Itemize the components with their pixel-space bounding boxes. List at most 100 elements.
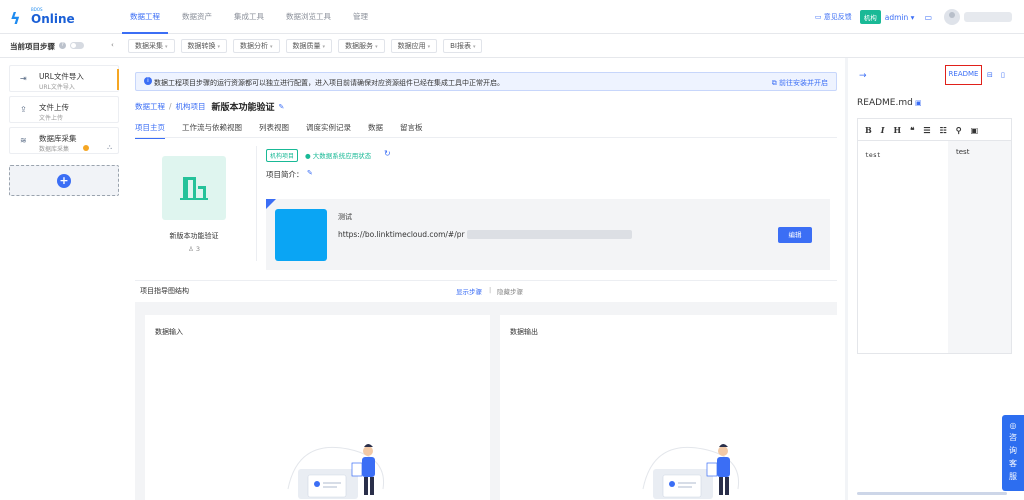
- nav-data-engineering[interactable]: 数据工程: [122, 0, 168, 34]
- pane-data-output: 数据输出: [500, 315, 845, 500]
- tool-label: 数据分析: [240, 42, 269, 50]
- pane-title: 数据输入: [155, 328, 183, 336]
- user-icon: ♙: [187, 245, 194, 253]
- show-steps-link[interactable]: 显示步骤: [456, 286, 482, 296]
- collapse-left-icon[interactable]: ‹: [111, 41, 114, 49]
- monitor-icon[interactable]: ▭: [924, 13, 932, 22]
- app-status: ● 大数据系统应用状态: [305, 152, 372, 160]
- source-subtitle: URL文件导入: [39, 84, 75, 91]
- empty-illustration: [642, 444, 740, 499]
- tool-label: 数据应用: [397, 42, 426, 50]
- italic-icon[interactable]: I: [881, 125, 885, 135]
- chevron-down-icon: ▾: [322, 44, 326, 50]
- nav-data-assets[interactable]: 数据资产: [174, 0, 220, 34]
- top-right: ▭ 意见反馈 机构 admin ▾ ▭: [815, 0, 1024, 34]
- link-icon[interactable]: ⚲: [956, 125, 962, 135]
- breadcrumb-root[interactable]: 数据工程: [135, 101, 165, 112]
- tool-transform[interactable]: 数据转换 ▾: [180, 39, 228, 53]
- source-subtitle: 文件上传: [39, 115, 64, 122]
- step-toolbar: 当前项目步骤 ? ‹ 数据采集 ▾ 数据转换 ▾ 数据分析 ▾ 数据质量 ▾ 数据服务 ▾…: [0, 34, 1024, 58]
- readme-button[interactable]: README: [945, 65, 982, 85]
- feedback-link[interactable]: ▭ 意见反馈: [815, 12, 852, 22]
- user-menu[interactable]: admin ▾: [885, 13, 915, 22]
- breadcrumb: 数据工程 / 机构项目 新版本功能验证 ✎: [135, 100, 284, 113]
- logo-icon: ϟ: [10, 9, 21, 28]
- brand-logo[interactable]: ϟ BDOS Online: [10, 7, 75, 29]
- page-title: 新版本功能验证: [211, 103, 275, 113]
- bold-icon[interactable]: B: [865, 125, 872, 135]
- warning-dot: [83, 145, 89, 151]
- editor-toolbar: B I H ❝ ☰ ☷ ⚲ ▣: [858, 119, 1011, 141]
- markdown-editor: B I H ❝ ☰ ☷ ⚲ ▣ test test: [857, 118, 1012, 354]
- source-card-file-upload[interactable]: ⇪ 文件上传 文件上传: [9, 96, 119, 123]
- edit-pen-icon[interactable]: ✎: [279, 103, 285, 111]
- tool-analysis[interactable]: 数据分析 ▾: [233, 39, 280, 53]
- customer-service-button[interactable]: ◎ 咨 询 客 服: [1002, 415, 1024, 491]
- source-card-url-import[interactable]: ⇥ URL文件导入 URL文件导入: [9, 65, 119, 92]
- edit-button[interactable]: 编辑: [778, 227, 812, 243]
- help-icon[interactable]: ?: [59, 42, 66, 49]
- project-tag: 机构项目: [266, 149, 299, 162]
- image-icon[interactable]: ▣: [971, 125, 979, 135]
- tool-collect[interactable]: 数据采集 ▾: [128, 39, 175, 53]
- steps-label: 当前项目步骤: [10, 42, 55, 51]
- app-url-text: https://bo.linktimecloud.com/#/pr: [338, 230, 465, 239]
- consult-char: 咨: [1009, 433, 1017, 442]
- project-name: 新版本功能验证: [169, 232, 219, 240]
- nav-integration-tools[interactable]: 集成工具: [226, 0, 272, 34]
- tool-bi-report[interactable]: BI报表 ▾: [443, 39, 483, 53]
- notice-text: 数据工程项目步骤的运行资源都可以独立进行配置，进入项目前请确保对应资源组件已经在…: [154, 79, 504, 87]
- ordered-list-icon[interactable]: ☷: [940, 125, 947, 135]
- upload-icon: ⇪: [20, 105, 27, 114]
- horizontal-scrollbar[interactable]: [857, 492, 1007, 495]
- tool-quality[interactable]: 数据质量 ▾: [285, 39, 333, 53]
- breadcrumb-parent[interactable]: 机构项目: [176, 101, 206, 112]
- refresh-icon[interactable]: ↻: [384, 149, 391, 158]
- heading-icon[interactable]: H: [894, 125, 902, 135]
- app-url[interactable]: https://bo.linktimecloud.com/#/pr: [338, 230, 632, 239]
- app-thumbnail: [275, 209, 327, 261]
- consult-char: 客: [1009, 459, 1017, 468]
- app-status-label: 大数据系统应用状态: [312, 152, 372, 160]
- chevron-down-icon: ▾: [375, 44, 378, 50]
- unordered-list-icon[interactable]: ☰: [923, 125, 930, 135]
- edit-intro-icon[interactable]: ✎: [307, 169, 313, 177]
- markdown-source[interactable]: test: [858, 141, 948, 353]
- avatar[interactable]: [944, 9, 960, 25]
- app-card: 测试 https://bo.linktimecloud.com/#/pr 编辑: [266, 199, 830, 270]
- link-separator: |: [489, 286, 492, 294]
- tool-service[interactable]: 数据服务 ▾: [338, 39, 385, 53]
- tool-application[interactable]: 数据应用 ▾: [390, 39, 438, 53]
- database-icon: ≋: [20, 136, 27, 145]
- corner-flag: [266, 199, 276, 209]
- nav-admin[interactable]: 管理: [345, 0, 376, 34]
- pane-data-input: 数据输入: [145, 315, 490, 500]
- caret-down-icon: ▾: [910, 12, 915, 22]
- consult-char: 服: [1009, 472, 1017, 481]
- consult-char: 询: [1009, 446, 1017, 455]
- project-members: ♙ 3: [135, 245, 253, 253]
- tool-label: 数据服务: [345, 42, 374, 50]
- install-link[interactable]: ⧉ 前往安装并开启: [772, 78, 828, 88]
- source-title: URL文件导入: [39, 72, 84, 81]
- building-icon: [162, 156, 226, 220]
- arrow-right-icon[interactable]: →: [859, 71, 867, 81]
- source-card-db-collect[interactable]: ≋ 数据库采集 数据库采集 ⛬: [9, 127, 119, 154]
- tool-label: 数据质量: [292, 42, 321, 50]
- save-icon[interactable]: ⊟: [987, 71, 993, 79]
- save-file-icon[interactable]: ▣: [915, 99, 922, 107]
- org-badge: 机构: [859, 10, 881, 24]
- guide-area: 数据输入 数据输出: [135, 302, 845, 500]
- pane-title: 数据输出: [510, 328, 538, 336]
- nav-data-browse-tools[interactable]: 数据浏览工具: [278, 0, 339, 34]
- add-source-box[interactable]: +: [9, 165, 119, 196]
- steps-toggle[interactable]: [70, 42, 84, 49]
- document-icon[interactable]: ▯: [1001, 71, 1005, 79]
- markdown-preview: test: [948, 141, 1011, 353]
- chevron-down-icon: ▾: [427, 44, 431, 50]
- user-name: admin: [884, 12, 909, 22]
- quote-icon[interactable]: ❝: [910, 125, 914, 135]
- hide-steps-link[interactable]: 隐藏步骤: [497, 286, 523, 296]
- feedback-label: 意见反馈: [823, 13, 852, 21]
- source-title: 数据库采集: [39, 134, 77, 143]
